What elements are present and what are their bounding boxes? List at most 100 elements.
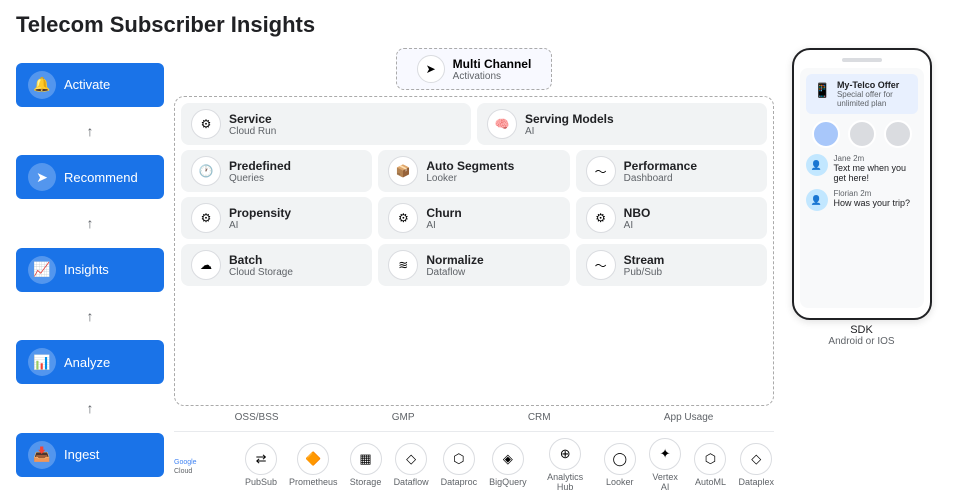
source-label-oss: OSS/BSS bbox=[235, 412, 279, 423]
predefined-text: Predefined Queries bbox=[229, 159, 291, 184]
service-row: ⚙ Service Cloud Run 🧠 Serving Models AI bbox=[181, 103, 767, 145]
sidebar-item-recommend[interactable]: ➤ Recommend bbox=[16, 155, 164, 199]
analyze-label: Analyze bbox=[64, 355, 110, 370]
performance-icon: 〜 bbox=[586, 156, 616, 186]
sidebar-item-activate[interactable]: 🔔 Activate bbox=[16, 63, 164, 107]
florian-name: Florian bbox=[834, 189, 858, 198]
normalize-sub: Dataflow bbox=[426, 267, 483, 278]
propensity-text: Propensity AI bbox=[229, 206, 291, 231]
insights-label: Insights bbox=[64, 262, 109, 277]
performance-sub: Dashboard bbox=[624, 173, 697, 184]
pubsub-label: PubSub bbox=[245, 477, 277, 487]
google-cloud-svg: Google Cloud bbox=[174, 454, 229, 476]
batch-icon: ☁ bbox=[191, 250, 221, 280]
svg-text:Google: Google bbox=[174, 459, 197, 466]
storage-icon: ▦ bbox=[350, 443, 382, 475]
performance-title: Performance bbox=[624, 159, 697, 173]
sidebar-item-insights[interactable]: 📈 Insights bbox=[16, 248, 164, 292]
ingest-label: Ingest bbox=[64, 447, 99, 462]
outer-dashed-section: ⚙ Service Cloud Run 🧠 Serving Models AI bbox=[174, 96, 774, 406]
offer-text: My-Telco Offer Special offer for unlimit… bbox=[837, 80, 910, 108]
prometheus-icon: 🔶 bbox=[297, 443, 329, 475]
jane-name: Jane bbox=[834, 154, 851, 163]
footer-icon-pubsub: ⇄ PubSub bbox=[245, 443, 277, 487]
multi-channel-text: Multi Channel Activations bbox=[453, 57, 532, 82]
source-label-app: App Usage bbox=[664, 412, 713, 423]
footer-icon-analytics-hub: ⊕ Analytics Hub bbox=[539, 438, 592, 492]
profile-circle-3 bbox=[884, 120, 912, 148]
top-row: ➤ Multi Channel Activations bbox=[174, 48, 774, 90]
propensity-sub: AI bbox=[229, 220, 291, 231]
jane-avatar: 👤 bbox=[806, 154, 828, 176]
stream-icon: 〜 bbox=[586, 250, 616, 280]
florian-message-content: Florian 2m How was your trip? bbox=[834, 189, 911, 208]
automl-label: AutoML bbox=[695, 477, 726, 487]
arrow-2: ↑ bbox=[16, 215, 164, 232]
footer-icon-vertex-ai: ✦ Vertex AI bbox=[648, 438, 683, 492]
arrow-4: ↑ bbox=[16, 400, 164, 417]
predefined-icon: 🕐 bbox=[191, 156, 221, 186]
looker-label: Looker bbox=[606, 477, 634, 487]
florian-avatar: 👤 bbox=[806, 189, 828, 211]
dataproc-icon: ⬡ bbox=[443, 443, 475, 475]
footer: Google Cloud ⇄ PubSub 🔶 Prometheus ▦ Sto… bbox=[174, 431, 774, 492]
dataflow-label: Dataflow bbox=[394, 477, 429, 487]
churn-sub: AI bbox=[426, 220, 461, 231]
predefined-title: Predefined bbox=[229, 159, 291, 173]
message-jane: 👤 Jane 2m Text me when you get here! bbox=[806, 154, 918, 183]
performance-text: Performance Dashboard bbox=[624, 159, 697, 184]
footer-icon-dataplex: ◇ Dataplex bbox=[738, 443, 774, 487]
offer-title: My-Telco Offer bbox=[837, 80, 910, 90]
activate-icon: 🔔 bbox=[28, 71, 56, 99]
service-title: Service bbox=[229, 112, 276, 126]
footer-icon-dataflow: ◇ Dataflow bbox=[394, 443, 429, 487]
offer-card: 📱 My-Telco Offer Special offer for unlim… bbox=[806, 74, 918, 114]
diagram-area: ➤ Multi Channel Activations ⚙ Service Cl bbox=[174, 48, 774, 492]
sidebar: 🔔 Activate ↑ ➤ Recommend ↑ 📈 Insights ↑ … bbox=[16, 48, 164, 492]
vertex-ai-icon: ✦ bbox=[649, 438, 681, 470]
bigquery-icon: ◈ bbox=[492, 443, 524, 475]
footer-icon-dataproc: ⬡ Dataproc bbox=[441, 443, 478, 487]
sdk-label: SDK bbox=[850, 324, 873, 336]
dataflow-icon: ◇ bbox=[395, 443, 427, 475]
ai-row: ⚙ Propensity AI ⚙ Churn AI bbox=[181, 197, 767, 239]
phone-speaker bbox=[842, 58, 882, 62]
offer-sub: Special offer for unlimited plan bbox=[837, 90, 910, 108]
auto-segments-text: Auto Segments Looker bbox=[426, 159, 514, 184]
sidebar-item-analyze[interactable]: 📊 Analyze bbox=[16, 340, 164, 384]
auto-segments-title: Auto Segments bbox=[426, 159, 514, 173]
service-card: ⚙ Service Cloud Run bbox=[181, 103, 471, 145]
florian-header: Florian 2m bbox=[834, 189, 911, 198]
footer-icon-prometheus: 🔶 Prometheus bbox=[289, 443, 338, 487]
sidebar-item-ingest[interactable]: 📥 Ingest bbox=[16, 433, 164, 477]
queries-row: 🕐 Predefined Queries 📦 Auto Segments Loo… bbox=[181, 150, 767, 192]
propensity-icon: ⚙ bbox=[191, 203, 221, 233]
arrow-3: ↑ bbox=[16, 308, 164, 325]
predefined-card: 🕐 Predefined Queries bbox=[181, 150, 372, 192]
serving-models-card: 🧠 Serving Models AI bbox=[477, 103, 767, 145]
bigquery-label: BigQuery bbox=[489, 477, 527, 487]
ingest-icon: 📥 bbox=[28, 441, 56, 469]
batch-card: ☁ Batch Cloud Storage bbox=[181, 244, 372, 286]
insights-icon: 📈 bbox=[28, 256, 56, 284]
propensity-title: Propensity bbox=[229, 206, 291, 220]
multi-channel-icon: ➤ bbox=[417, 55, 445, 83]
dataplex-icon: ◇ bbox=[740, 443, 772, 475]
jane-header: Jane 2m bbox=[834, 154, 918, 163]
churn-icon: ⚙ bbox=[388, 203, 418, 233]
normalize-title: Normalize bbox=[426, 253, 483, 267]
serving-models-title: Serving Models bbox=[525, 112, 614, 126]
multi-channel-box: ➤ Multi Channel Activations bbox=[396, 48, 553, 90]
jane-time-val: 2m bbox=[853, 154, 864, 163]
prometheus-label: Prometheus bbox=[289, 477, 338, 487]
phone-screen: 📱 My-Telco Offer Special offer for unlim… bbox=[800, 68, 924, 308]
stream-sub: Pub/Sub bbox=[624, 267, 665, 278]
footer-icon-looker: ◯ Looker bbox=[604, 443, 636, 487]
analytics-hub-icon: ⊕ bbox=[549, 438, 581, 470]
stream-text: Stream Pub/Sub bbox=[624, 253, 665, 278]
footer-icon-automl: ⬡ AutoML bbox=[694, 443, 726, 487]
vertex-ai-label: Vertex AI bbox=[648, 472, 683, 492]
main-container: Telecom Subscriber Insights 🔔 Activate ↑… bbox=[0, 0, 955, 500]
serving-models-text: Serving Models AI bbox=[525, 112, 614, 137]
phone-mockup: 📱 My-Telco Offer Special offer for unlim… bbox=[784, 48, 939, 492]
